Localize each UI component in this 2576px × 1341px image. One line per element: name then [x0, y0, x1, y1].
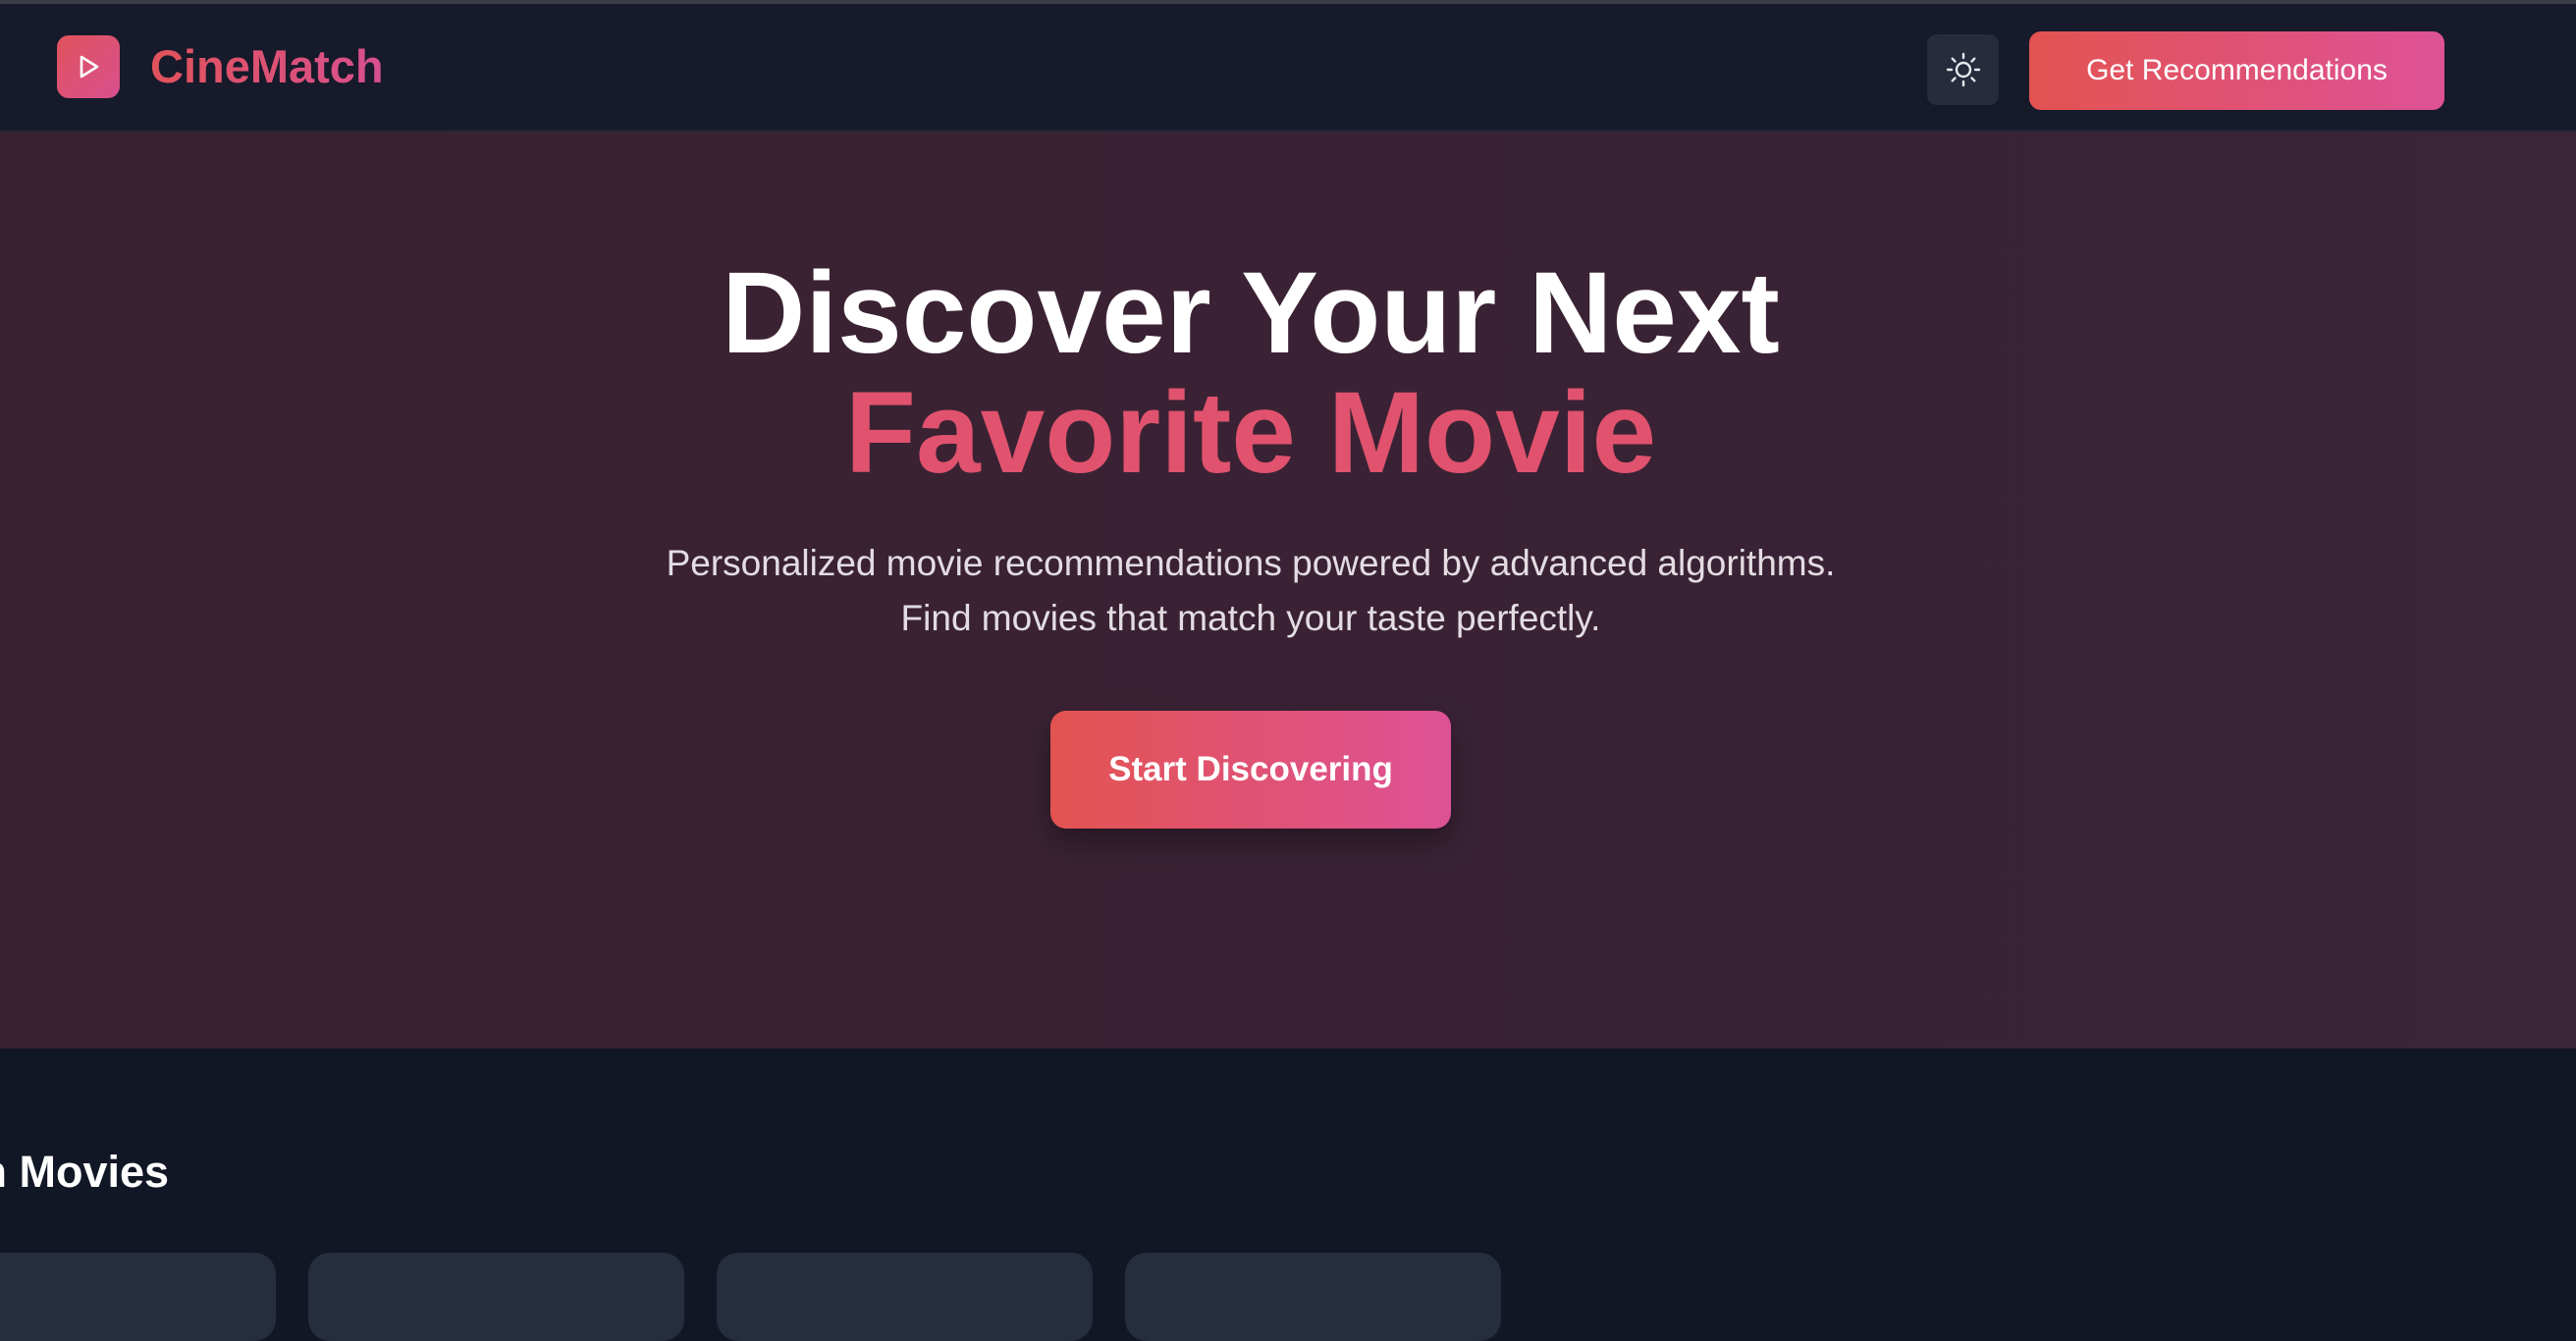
brand-name[interactable]: CineMatch — [150, 37, 384, 96]
movie-card[interactable] — [717, 1253, 1093, 1341]
logo-play-icon[interactable] — [57, 35, 120, 98]
top-navigation-bar: CineMatch Get Recommendations — [0, 4, 2576, 132]
start-discovering-button[interactable]: Start Discovering — [1050, 711, 1451, 829]
movie-card[interactable] — [308, 1253, 684, 1341]
hero-title-line2: Favorite Movie — [844, 368, 1657, 498]
sun-icon — [1946, 52, 1980, 87]
movie-card[interactable] — [0, 1253, 276, 1341]
hero-title-line1: Discover Your Next — [722, 248, 1780, 378]
hero-subtitle-line2: Find movies that match your taste perfec… — [900, 598, 1601, 638]
hero-subtitle-line1: Personalized movie recommendations power… — [666, 543, 1836, 583]
section-title: on Movies — [0, 1147, 170, 1197]
play-icon — [80, 55, 99, 79]
get-recommendations-button[interactable]: Get Recommendations — [2029, 31, 2444, 110]
movie-card[interactable] — [1125, 1253, 1501, 1341]
theme-toggle-button[interactable] — [1927, 34, 1999, 105]
